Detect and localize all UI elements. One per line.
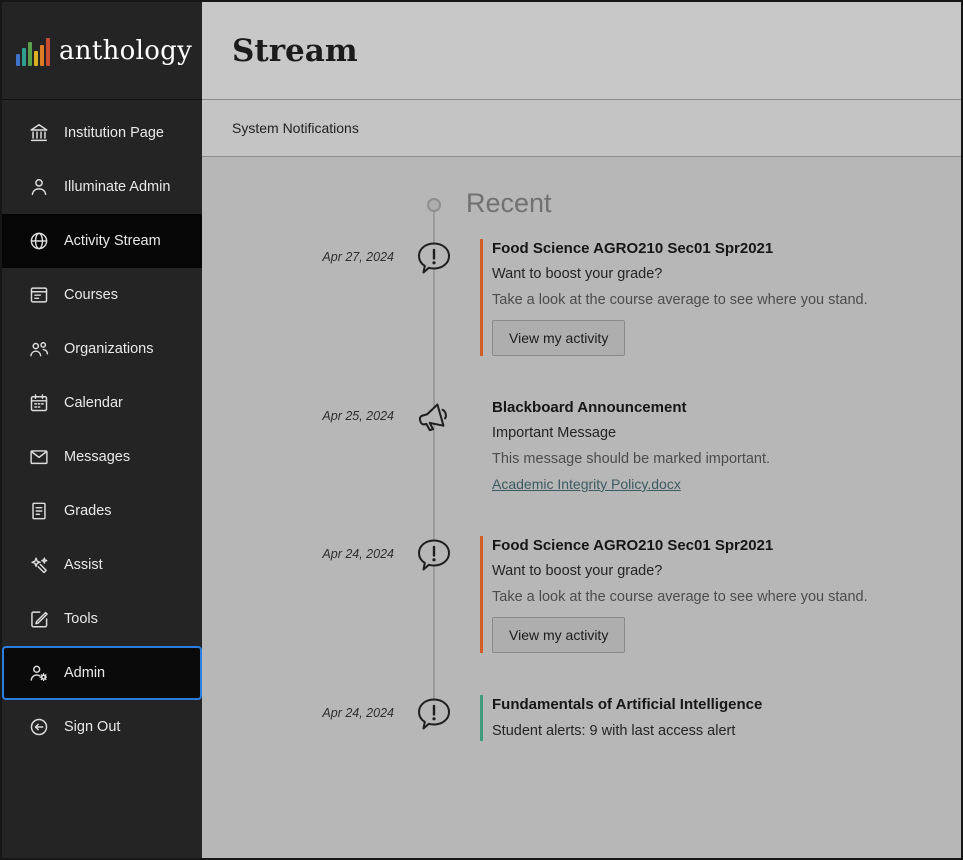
sidebar-item-organizations[interactable]: Organizations [2, 322, 202, 376]
app-window: anthology Institution Page Illuminate Ad… [0, 0, 963, 860]
anthology-logo-text: anthology [59, 36, 192, 66]
main-area: Stream System Notifications Recent Apr 2… [202, 2, 961, 858]
alert-bubble-icon [414, 695, 454, 735]
stream-subheader: System Notifications [202, 100, 961, 157]
sidebar-item-label: Admin [64, 665, 105, 681]
entry-text: Want to boost your grade? [492, 264, 961, 284]
page-title: Stream [232, 33, 358, 69]
entry-body: Blackboard Announcement Important Messag… [480, 398, 961, 494]
recent-section-header: Recent [202, 187, 961, 221]
sidebar-item-tools[interactable]: Tools [2, 592, 202, 646]
stream-content: Recent Apr 27, 2024 Food Science AGRO210… [202, 157, 961, 858]
sidebar-item-messages[interactable]: Messages [2, 430, 202, 484]
entry-body: Fundamentals of Artificial Intelligence … [480, 695, 961, 741]
messages-icon [28, 446, 50, 468]
tab-system-notifications[interactable]: System Notifications [232, 120, 359, 136]
sidebar-item-label: Tools [64, 611, 98, 627]
sidebar-item-label: Messages [64, 449, 130, 465]
sidebar-item-label: Illuminate Admin [64, 179, 170, 195]
organizations-icon [28, 338, 50, 360]
assist-icon [28, 554, 50, 576]
timeline-line [433, 212, 435, 715]
sidebar-item-calendar[interactable]: Calendar [2, 376, 202, 430]
person-icon [28, 176, 50, 198]
entry-title: Food Science AGRO210 Sec01 Spr2021 [492, 239, 961, 259]
globe-icon [28, 230, 50, 252]
entry-title: Food Science AGRO210 Sec01 Spr2021 [492, 536, 961, 556]
sidebar-item-institution-page[interactable]: Institution Page [2, 106, 202, 160]
timeline-node [427, 198, 441, 212]
grades-icon [28, 500, 50, 522]
sidebar-item-label: Activity Stream [64, 233, 161, 249]
anthology-logo[interactable]: anthology [2, 2, 202, 100]
entry-date: Apr 24, 2024 [322, 706, 394, 720]
sidebar-item-label: Grades [64, 503, 112, 519]
sidebar-item-label: Assist [64, 557, 103, 573]
sidebar-item-label: Sign Out [64, 719, 120, 735]
megaphone-icon [414, 398, 454, 438]
entry-title: Blackboard Announcement [492, 398, 961, 418]
sidebar-item-admin[interactable]: Admin [2, 646, 202, 700]
entry-body: Food Science AGRO210 Sec01 Spr2021 Want … [480, 536, 961, 653]
alert-bubble-icon [414, 536, 454, 576]
alert-bubble-icon [414, 239, 454, 279]
entry-subtext: Take a look at the course average to see… [492, 587, 961, 607]
sidebar-item-label: Organizations [64, 341, 153, 357]
sidebar-item-grades[interactable]: Grades [2, 484, 202, 538]
entry-text: Important Message [492, 423, 961, 443]
sidebar-item-activity-stream[interactable]: Activity Stream [2, 214, 202, 268]
sidebar-item-label: Institution Page [64, 125, 164, 141]
activity-timeline: Recent Apr 27, 2024 Food Science AGRO210… [202, 187, 961, 746]
calendar-icon [28, 392, 50, 414]
entry-date: Apr 27, 2024 [322, 250, 394, 264]
admin-icon [28, 662, 50, 684]
sidebar-item-courses[interactable]: Courses [2, 268, 202, 322]
entry-text: Student alerts: 9 with last access alert [492, 721, 961, 741]
attachment-link[interactable]: Academic Integrity Policy.docx [492, 476, 681, 492]
sidebar-item-label: Courses [64, 287, 118, 303]
view-my-activity-button[interactable]: View my activity [492, 320, 625, 356]
institution-icon [28, 122, 50, 144]
sidebar-item-sign-out[interactable]: Sign Out [2, 700, 202, 754]
sidebar: anthology Institution Page Illuminate Ad… [2, 2, 202, 858]
entry-subtext: This message should be marked important. [492, 449, 961, 469]
sidebar-item-illuminate-admin[interactable]: Illuminate Admin [2, 160, 202, 214]
entry-date: Apr 24, 2024 [322, 547, 394, 561]
sidebar-menu: Institution Page Illuminate Admin Activi… [2, 100, 202, 858]
stream-entry: Apr 24, 2024 Food Science AGRO210 Sec01 … [202, 536, 961, 653]
courses-icon [28, 284, 50, 306]
entry-date: Apr 25, 2024 [322, 409, 394, 423]
sidebar-item-label: Calendar [64, 395, 123, 411]
entry-title: Fundamentals of Artificial Intelligence [492, 695, 961, 715]
anthology-logo-icon [16, 36, 50, 66]
entry-subtext: Take a look at the course average to see… [492, 290, 961, 310]
stream-entries: Apr 27, 2024 Food Science AGRO210 Sec01 … [202, 239, 961, 746]
stream-entry: Apr 27, 2024 Food Science AGRO210 Sec01 … [202, 239, 961, 356]
tools-icon [28, 608, 50, 630]
signout-icon [28, 716, 50, 738]
stream-entry: Apr 25, 2024 Blackboard Announcement Imp… [202, 398, 961, 494]
entry-text: Want to boost your grade? [492, 561, 961, 581]
entry-body: Food Science AGRO210 Sec01 Spr2021 Want … [480, 239, 961, 356]
sidebar-item-assist[interactable]: Assist [2, 538, 202, 592]
page-header: Stream [202, 2, 961, 100]
stream-entry: Apr 24, 2024 Fundamentals of Artificial … [202, 695, 961, 746]
view-my-activity-button[interactable]: View my activity [492, 617, 625, 653]
recent-heading: Recent [466, 187, 961, 221]
